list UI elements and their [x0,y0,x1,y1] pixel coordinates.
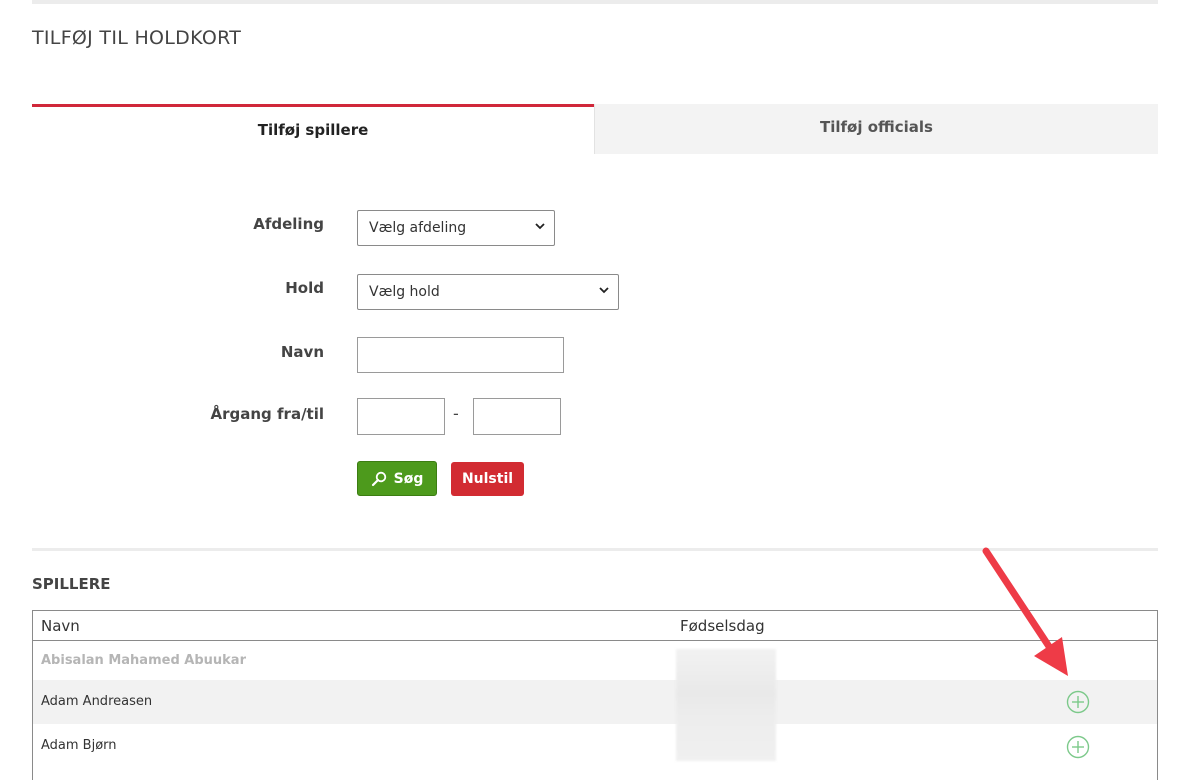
reset-button-label: Nulstil [461,471,514,487]
name-input[interactable] [357,337,564,373]
table-row: Adam Andreasen [33,680,1157,724]
team-select-value: Vælg hold [369,284,440,300]
department-label: Afdeling [253,215,324,233]
department-select[interactable]: Vælg afdeling [357,210,555,246]
name-label: Navn [280,343,324,361]
top-divider [32,0,1158,4]
tab-bar: Tilføj spillere Tilføj officials [32,104,1158,154]
year-separator: - [453,404,459,423]
chevron-down-icon [535,223,545,230]
player-name: Abisalan Mahamed Abuukar [41,653,246,668]
player-name: Adam Andreasen [41,694,153,709]
year-from-input[interactable] [357,398,445,435]
players-table: Navn Fødselsdag Abisalan Mahamed Abuukar… [32,610,1158,780]
tab-add-players[interactable]: Tilføj spillere [32,104,594,154]
player-name: Adam Bjørn [41,738,117,753]
players-section-title: SPILLERE [32,575,111,593]
year-to-input[interactable] [473,398,561,435]
team-select[interactable]: Vælg hold [357,274,619,310]
add-player-icon[interactable] [1066,690,1090,714]
search-button-label: Søg [393,470,424,487]
tab-add-officials[interactable]: Tilføj officials [594,104,1158,154]
section-divider [32,548,1158,551]
team-label: Hold [285,279,324,297]
table-row: Adam Bjørn [33,724,1157,768]
page-title: TILFØJ TIL HOLDKORT [32,27,242,49]
department-select-value: Vælg afdeling [369,220,467,236]
year-label: Årgang fra/til [210,405,324,423]
redacted-birthday-column [676,649,776,761]
table-header: Navn Fødselsdag [33,611,1157,641]
reset-button[interactable]: Nulstil [451,462,524,496]
column-header-birthday: Fødselsdag [680,617,765,635]
chevron-down-icon [599,287,609,294]
table-row: Abisalan Mahamed Abuukar [33,640,1157,680]
search-button[interactable]: Søg [357,461,437,496]
search-icon [371,471,386,486]
column-header-name: Navn [41,617,80,635]
add-player-icon[interactable] [1066,735,1090,759]
